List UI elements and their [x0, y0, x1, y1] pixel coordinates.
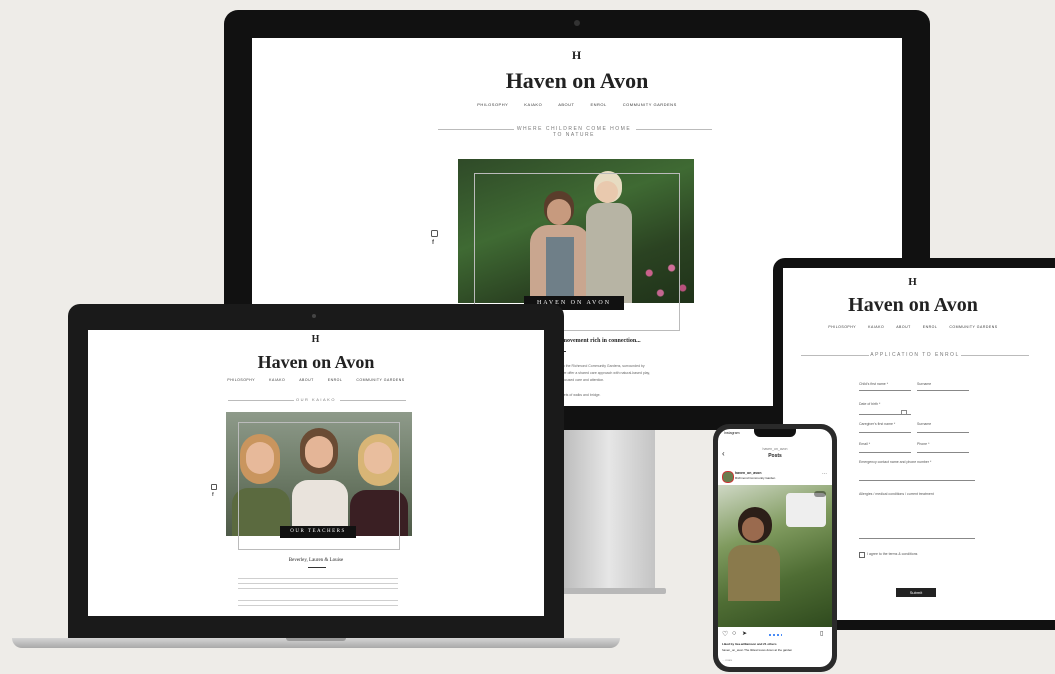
laptop-hinge-notch — [286, 638, 346, 641]
carousel-badge — [814, 491, 826, 497]
post-account-name[interactable]: haven_on_avon — [735, 471, 761, 475]
enrol-rule-right — [961, 355, 1029, 356]
laptop-nav: PHILOSOPHY KAIAKO ABOUT ENROL COMMUNITY … — [88, 378, 544, 382]
bookmark-icon[interactable]: ▯ — [820, 630, 823, 637]
enrol-heading: APPLICATION TO ENROL — [870, 352, 960, 358]
phone-field[interactable]: Phone * — [917, 442, 969, 453]
teachers-caption-text: OUR TEACHERS — [290, 529, 346, 534]
share-icon[interactable]: ➤ — [742, 630, 747, 637]
email-field[interactable]: Email * — [859, 442, 911, 453]
ig-header-title: Posts — [768, 453, 782, 459]
carousel-dots — [768, 634, 782, 636]
tablet-site-title[interactable]: Haven on Avon — [783, 294, 1043, 317]
desktop-section-heading: movement rich in connection... — [562, 338, 641, 344]
nav-item-enrol[interactable]: ENROL — [590, 102, 606, 107]
emergency-contact-field[interactable]: Emergency contact name and phone number … — [859, 460, 975, 481]
nav-item-enrol[interactable]: ENROL — [923, 325, 938, 329]
facebook-icon[interactable]: f — [212, 492, 214, 498]
laptop-screen: H Haven on Avon PHILOSOPHY KAIAKO ABOUT … — [88, 330, 544, 616]
laptop-site-title[interactable]: Haven on Avon — [88, 352, 544, 373]
profile-avatar[interactable] — [722, 471, 734, 483]
terms-checkbox[interactable] — [859, 552, 865, 558]
phone-notch — [754, 429, 796, 437]
nav-item-community-gardens[interactable]: COMMUNITY GARDENS — [356, 378, 404, 382]
phone-screen: Instagram ‹ haven_on_avon Posts haven_on… — [718, 429, 832, 667]
desktop-tagline: WHERE CHILDREN COME HOME TO NATURE — [516, 126, 632, 138]
like-heart-icon[interactable]: ♡ — [722, 630, 728, 638]
nav-item-kaiako[interactable]: KAIAKO — [524, 102, 542, 107]
post-location[interactable]: Richmond Community Garden — [735, 476, 775, 480]
nav-item-kaiako[interactable]: KAIAKO — [269, 378, 285, 382]
nav-item-philosophy[interactable]: PHILOSOPHY — [227, 378, 255, 382]
laptop-body-text-block-1 — [238, 578, 398, 593]
calendar-icon[interactable] — [901, 410, 907, 415]
desktop-site-title[interactable]: Haven on Avon — [252, 68, 902, 94]
child-first-name-field[interactable]: Child's first name * — [859, 382, 911, 391]
terms-checkbox-label: I agree to the terms & conditions — [867, 552, 918, 556]
comment-icon[interactable]: ○ — [732, 630, 736, 637]
tablet-monogram: H — [908, 276, 918, 288]
camera-dot — [574, 20, 580, 26]
ig-header-handle: haven_on_avon — [762, 447, 788, 451]
teachers-names: Beverley, Lauren & Louise — [288, 558, 344, 563]
nav-item-about[interactable]: ABOUT — [896, 325, 911, 329]
nav-item-philosophy[interactable]: PHILOSOPHY — [828, 325, 856, 329]
nav-item-community-gardens[interactable]: COMMUNITY GARDENS — [949, 325, 997, 329]
nav-item-enrol[interactable]: ENROL — [328, 378, 343, 382]
post-wheelbarrow — [786, 493, 826, 527]
teachers-caption-bar: OUR TEACHERS — [280, 526, 356, 538]
caregiver-surname-field[interactable]: Surname — [917, 422, 969, 433]
nav-item-philosophy[interactable]: PHILOSOPHY — [477, 102, 508, 107]
status-bar-app: Instagram — [724, 431, 740, 435]
laptop-tagline-rule-right — [340, 400, 406, 401]
post-more-link[interactable]: ... more — [722, 658, 732, 662]
tagline-rule-right — [636, 129, 712, 130]
tagline-rule-left — [438, 129, 514, 130]
desktop-body-line-1: in the Richmond Community Gardens, surro… — [562, 364, 645, 368]
submit-button-label: Submit — [909, 590, 923, 595]
more-options-icon[interactable]: ⋯ — [822, 471, 827, 477]
desktop-monogram: H — [571, 48, 583, 62]
caregiver-first-name-field[interactable]: Caregiver's first name * — [859, 422, 911, 433]
tablet-nav: PHILOSOPHY KAIAKO ABOUT ENROL COMMUNITY … — [783, 325, 1043, 329]
monitor-stand-neck — [563, 430, 655, 590]
desktop-body-line-4: sets of walks and bridge. — [562, 393, 601, 397]
laptop-tagline-rule-left — [228, 400, 294, 401]
instagram-icon[interactable] — [211, 484, 217, 490]
nav-item-kaiako[interactable]: KAIAKO — [868, 325, 884, 329]
laptop: H Haven on Avon PHILOSOPHY KAIAKO ABOUT … — [68, 304, 564, 640]
post-photo — [718, 485, 832, 627]
post-child-figure — [728, 507, 780, 627]
post-caption: haven_on_avon The littlest loves down at… — [722, 648, 793, 652]
names-underline — [308, 567, 326, 568]
enrol-rule-left — [801, 355, 869, 356]
nav-item-about[interactable]: ABOUT — [299, 378, 314, 382]
laptop-monogram: H — [311, 334, 321, 345]
allergies-field[interactable]: Allergies / medical conditions / current… — [859, 492, 975, 539]
laptop-tagline: OUR KAIAKO — [296, 397, 336, 402]
instagram-icon[interactable] — [431, 230, 438, 237]
submit-button[interactable]: Submit — [896, 588, 936, 597]
laptop-camera — [312, 314, 316, 318]
desktop-body-line-3: focused care and attention. — [562, 378, 605, 382]
monitor-stand-base — [556, 588, 666, 594]
child-surname-field[interactable]: Surname — [917, 382, 969, 391]
nav-item-about[interactable]: ABOUT — [558, 102, 574, 107]
desktop-nav: PHILOSOPHY KAIAKO ABOUT ENROL COMMUNITY … — [252, 102, 902, 107]
desktop-body-line-2: we offer a shared care approach with nat… — [562, 371, 651, 375]
phone: Instagram ‹ haven_on_avon Posts haven_on… — [713, 424, 837, 672]
facebook-icon[interactable]: f — [432, 240, 434, 246]
post-likes: Liked by lisa.williamson and 21 others — [722, 642, 777, 646]
nav-item-community-gardens[interactable]: COMMUNITY GARDENS — [623, 102, 677, 107]
laptop-body-text-block-2 — [238, 600, 398, 610]
